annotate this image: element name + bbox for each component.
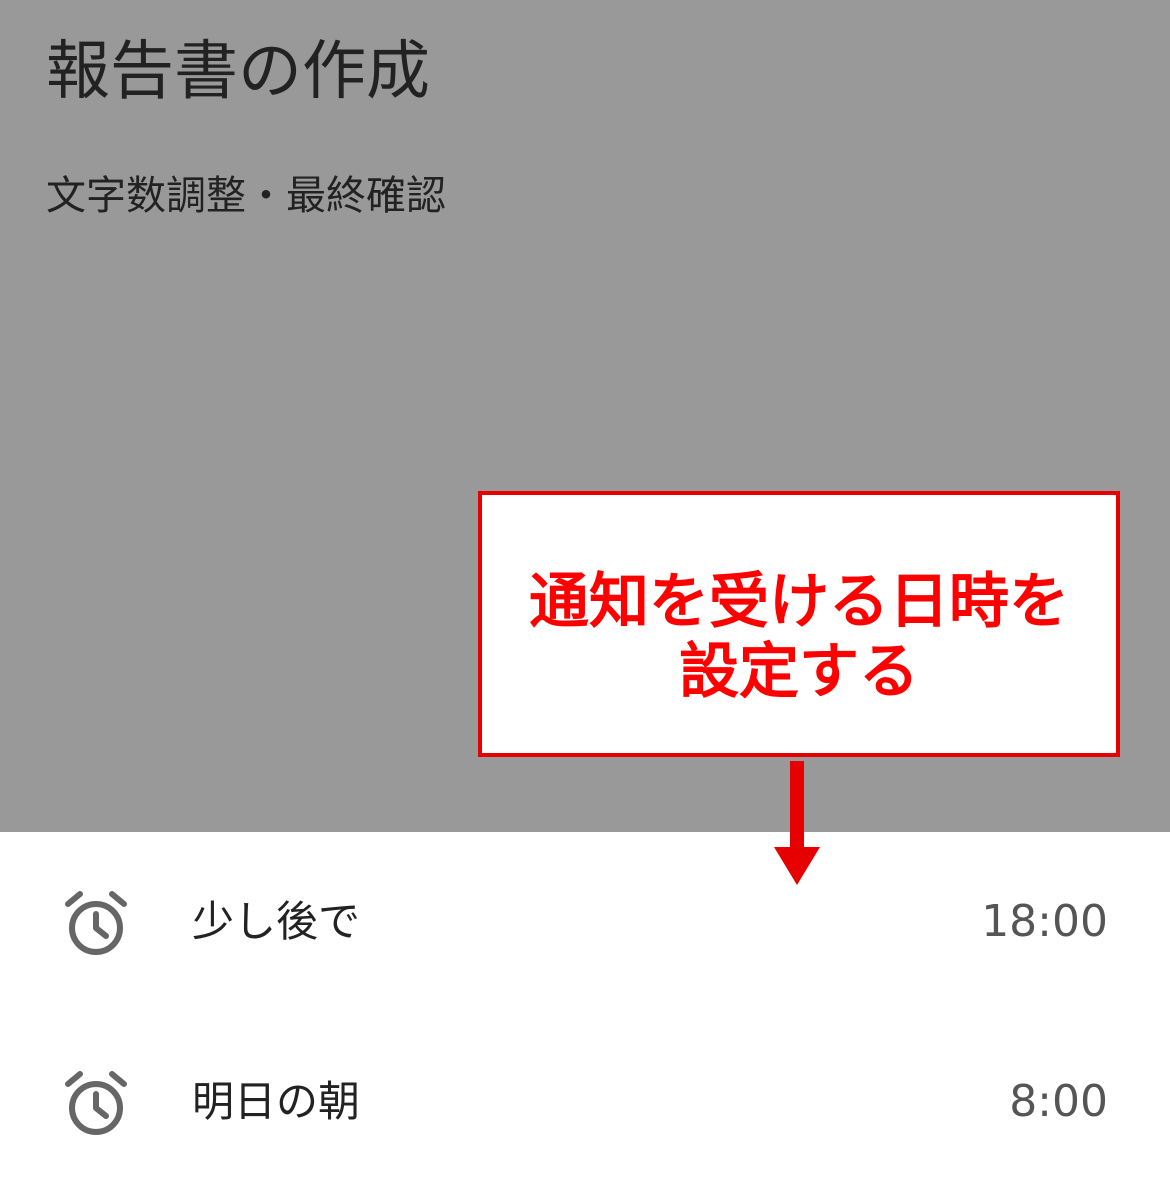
annotation-text: 通知を受ける日時を 設定する <box>482 567 1116 707</box>
annotation-callout: 通知を受ける日時を 設定する <box>478 491 1120 757</box>
remind-later-option[interactable]: 少し後で 18:00 <box>0 848 1170 998</box>
option-time: 8:00 <box>1009 1076 1108 1127</box>
annotation-line-1: 通知を受ける日時を <box>529 567 1069 637</box>
tomorrow-morning-option[interactable]: 明日の朝 8:00 <box>0 1028 1170 1178</box>
annotation-arrow <box>774 761 820 885</box>
alarm-clock-icon <box>65 1071 127 1135</box>
task-title: 報告書の作成 <box>46 35 430 109</box>
annotation-line-2: 設定する <box>679 637 919 707</box>
option-time: 18:00 <box>981 896 1108 947</box>
option-label: 明日の朝 <box>192 1077 361 1126</box>
alarm-clock-icon <box>65 891 127 955</box>
option-label: 少し後で <box>192 897 361 946</box>
task-subtitle: 文字数調整・最終確認 <box>46 173 446 219</box>
